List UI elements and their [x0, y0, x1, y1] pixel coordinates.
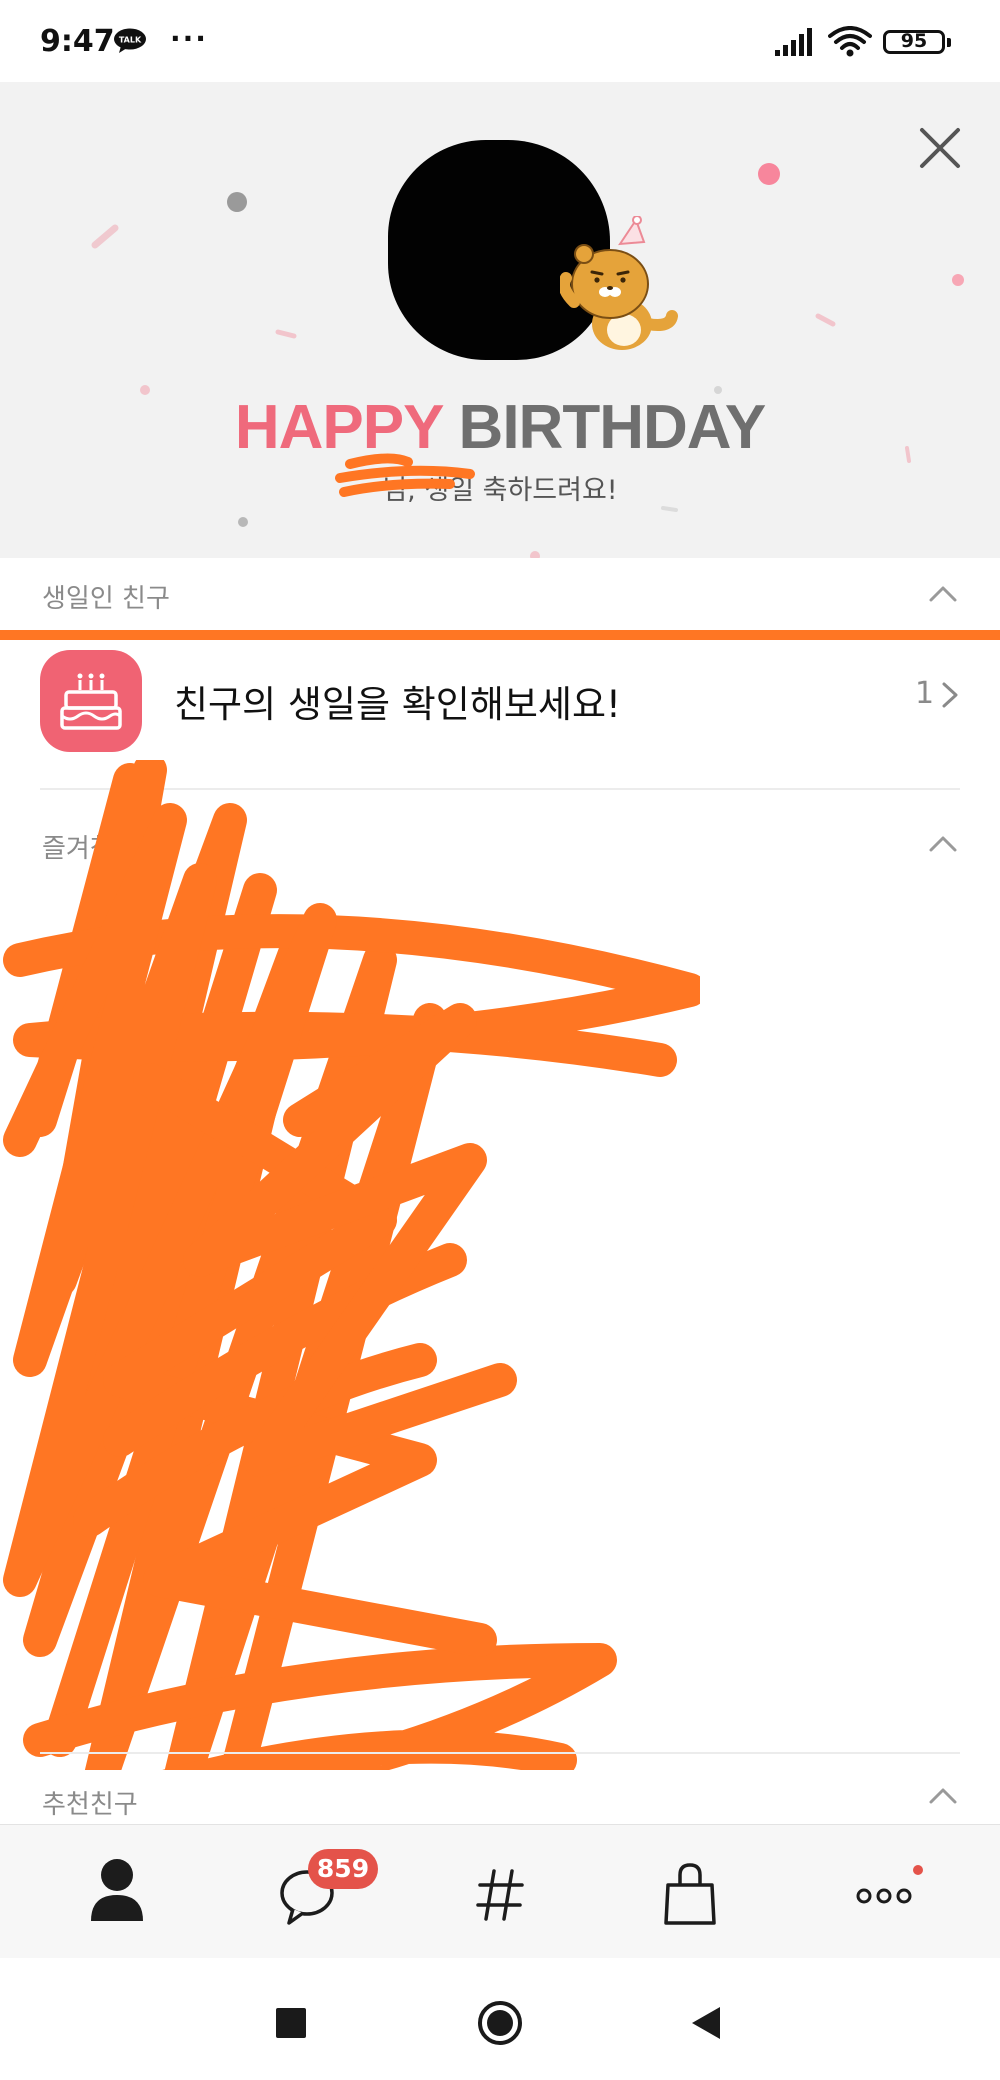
bottom-navigation: 859	[0, 1824, 1000, 1959]
birthday-banner: HAPPY BIRTHDAY 님, 생일 축하드려요!	[0, 82, 1000, 558]
nav-more-tab[interactable]	[824, 1825, 944, 1959]
close-button[interactable]	[910, 118, 970, 178]
birthday-row-text: 친구의 생일을 확인해보세요!	[174, 683, 621, 726]
wifi-icon	[828, 26, 872, 57]
nav-friends-tab[interactable]	[57, 1825, 177, 1959]
birthday-section-label: 생일인 친구	[42, 584, 170, 614]
svg-text:TALK: TALK	[119, 36, 142, 45]
chevron-up-icon[interactable]	[925, 578, 961, 608]
section-divider	[40, 1752, 960, 1754]
hashtag-icon	[476, 1869, 524, 1921]
ryan-character-icon	[560, 216, 678, 350]
recents-square-icon[interactable]	[275, 2007, 307, 2039]
kakaotalk-notification-icon: TALK	[114, 28, 146, 53]
title-birthday: BIRTHDAY	[458, 393, 767, 462]
chevron-right-icon	[942, 682, 958, 708]
new-indicator-dot	[913, 1865, 923, 1875]
birthday-greeting: 님, 생일 축하드려요!	[382, 475, 618, 506]
signal-icon	[775, 28, 812, 56]
person-icon	[91, 1859, 143, 1921]
back-triangle-icon[interactable]	[688, 2005, 722, 2041]
chevron-up-icon[interactable]	[925, 828, 961, 858]
redaction-mark	[335, 453, 475, 497]
close-icon	[920, 128, 960, 168]
more-dots-icon	[856, 1888, 912, 1904]
nav-view-tab[interactable]	[440, 1825, 560, 1959]
birthday-friends-row[interactable]: 친구의 생일을 확인해보세요! 1	[0, 640, 1000, 752]
status-overflow-icon: ···	[170, 22, 208, 55]
cake-icon	[40, 650, 142, 752]
shopping-bag-icon	[664, 1863, 716, 1925]
recommended-section-header[interactable]: 추천친구	[0, 1770, 1000, 1824]
battery-indicator: 95	[883, 30, 951, 54]
happy-birthday-title: HAPPY BIRTHDAY	[0, 392, 1000, 463]
birthday-count: 1	[915, 676, 935, 711]
redaction-scribble	[3, 760, 700, 1837]
chat-bubble-icon	[280, 1870, 334, 1925]
nav-shopping-tab[interactable]	[630, 1825, 750, 1959]
home-circle-icon[interactable]	[477, 2000, 523, 2046]
system-navigation-bar	[0, 1958, 1000, 2080]
unread-chats-badge: 859	[308, 1849, 378, 1889]
battery-level: 95	[900, 30, 928, 52]
status-time: 9:47	[40, 24, 115, 59]
status-bar: 9:47 TALK ··· 95	[0, 0, 1000, 82]
birthday-section-header[interactable]: 생일인 친구	[0, 558, 1000, 628]
nav-chats-tab[interactable]	[249, 1825, 369, 1959]
recommended-section-label: 추천친구	[42, 1790, 138, 1820]
chevron-up-icon[interactable]	[925, 1780, 961, 1810]
